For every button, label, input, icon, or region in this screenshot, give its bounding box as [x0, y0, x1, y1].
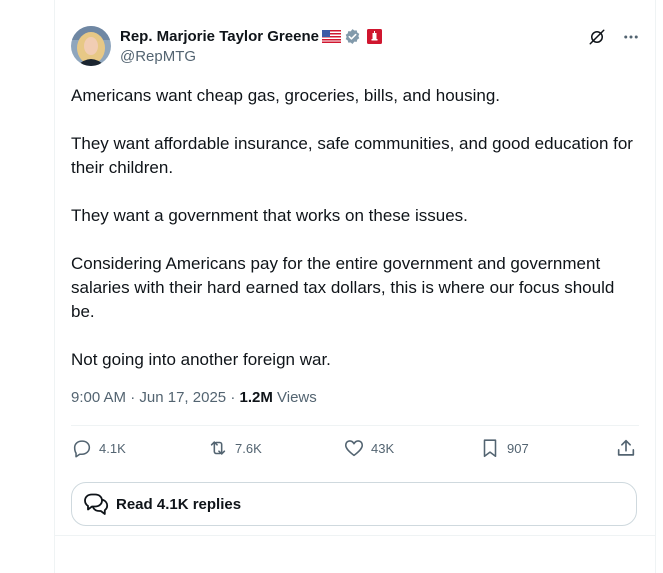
bookmark-count: 907	[507, 440, 529, 456]
author-display-name[interactable]: Rep. Marjorie Taylor Greene	[120, 28, 319, 45]
avatar-photo	[71, 26, 111, 66]
author-name-row: Rep. Marjorie Taylor Greene	[120, 28, 382, 45]
grok-icon[interactable]	[587, 27, 607, 47]
share-icon	[617, 439, 635, 456]
post-paragraph: Considering Americans pay for the entire…	[71, 254, 615, 321]
heart-icon	[344, 440, 364, 457]
affiliation-badge-icon[interactable]	[366, 29, 382, 44]
post-paragraph: Americans want cheap gas, groceries, bil…	[71, 86, 501, 105]
share-button[interactable]	[615, 437, 637, 459]
action-bar: 4.1K 7.6K 43K 907	[71, 437, 639, 465]
author-avatar[interactable]	[71, 26, 111, 66]
divider	[71, 425, 639, 426]
views-label: Views	[277, 389, 317, 406]
meta-separator: ·	[230, 389, 236, 406]
reply-count: 4.1K	[99, 440, 126, 456]
post-top-controls	[587, 27, 641, 47]
repost-count: 7.6K	[235, 440, 262, 456]
like-count: 43K	[371, 440, 395, 456]
post-paragraph: Not going into another foreign war.	[71, 350, 331, 369]
more-options-icon[interactable]	[621, 27, 641, 47]
post-date[interactable]: Jun 17, 2025	[139, 389, 226, 406]
verified-badge-icon[interactable]	[344, 28, 361, 45]
reply-icon	[73, 440, 91, 458]
post-time[interactable]: 9:00 AM	[71, 389, 126, 406]
post-text: Americans want cheap gas, groceries, bil…	[71, 84, 636, 396]
read-replies-label: Read 4.1K replies	[116, 495, 242, 513]
left-gutter	[0, 0, 54, 573]
repost-icon	[210, 441, 226, 455]
post-meta: 9:00 AM · Jun 17, 2025 · 1.2M Views	[71, 389, 317, 406]
us-flag-icon	[321, 30, 341, 43]
meta-separator: ·	[130, 389, 136, 406]
below-card-area	[54, 536, 656, 573]
post-paragraph: They want a government that works on the…	[71, 206, 468, 225]
post-paragraph: They want affordable insurance, safe com…	[71, 134, 633, 177]
like-button[interactable]: 43K	[343, 437, 394, 459]
post-card: Rep. Marjorie Taylor Greene @RepMTG Amer…	[54, 0, 656, 536]
bookmark-button[interactable]: 907	[479, 437, 529, 459]
reply-button[interactable]: 4.1K	[71, 437, 126, 459]
chat-bubbles-icon	[82, 490, 110, 518]
views-count: 1.2M	[239, 389, 273, 406]
bookmark-icon	[483, 439, 497, 458]
author-handle[interactable]: @RepMTG	[120, 48, 196, 65]
repost-button[interactable]: 7.6K	[207, 437, 262, 459]
read-replies-button[interactable]: Read 4.1K replies	[71, 482, 637, 526]
